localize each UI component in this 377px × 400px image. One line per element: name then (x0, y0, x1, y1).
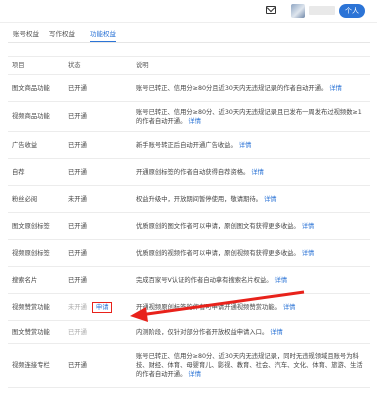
status-not-enabled: 未开通 (68, 303, 87, 311)
table-row: 图文商品功能 已开通 账号已转正、信用分≥80分且近30天内无违规记录的作者自动… (8, 74, 370, 102)
row-status: 已开通 (64, 239, 132, 267)
details-link[interactable]: 详情 (302, 223, 315, 230)
row-status: 已开通 (64, 158, 132, 186)
details-link[interactable]: 详情 (239, 142, 252, 149)
table-row: 图文原创标签 已开通 优质原创的图文作者可以申请，原创图文有获得更多收益。 详情 (8, 212, 370, 240)
table-row: 视频商品功能 已开通 账号已转正、信用分≥80分、近30天内无违规记录且已发布一… (8, 101, 370, 132)
row-name: 广告收益 (8, 131, 64, 159)
column-header-description: 说明 (132, 56, 370, 75)
table-row: 自荐 已开通 开通原创标签的作者自动获得自荐资格。 详情 (8, 158, 370, 186)
tab-feature-rights[interactable]: 功能权益 (90, 29, 116, 43)
details-link[interactable]: 详情 (302, 250, 315, 257)
row-description: 优质原创的图文作者可以申请，原创图文有获得更多收益。 详情 (132, 212, 370, 240)
table-row: 粉丝必阅 未开通 权益升级中，开放期间暂停使用，敬请期待。 详情 (8, 185, 370, 213)
table-row: 广告收益 已开通 新手账号转正后自动开通广告收益。 详情 (8, 131, 370, 159)
avatar[interactable] (291, 4, 305, 18)
row-status: 未开通 申请 (64, 293, 132, 321)
account-type-badge[interactable]: 个人 (339, 4, 365, 18)
row-status: 已开通 (64, 266, 132, 294)
row-description: 优质原创的视频作者可以申请，原创视频有获得更多收益。 详情 (132, 239, 370, 267)
row-description: 权益升级中，开放期间暂停使用，敬请期待。 详情 (132, 185, 370, 213)
red-arrow-annotation (130, 290, 305, 322)
row-name: 图文商品功能 (8, 74, 64, 102)
table-header-row: 项目 状态 说明 (8, 56, 370, 75)
tab-bar: 账号权益 写作权益 功能权益 (0, 27, 377, 43)
row-description: 账号已转正、信用分≥80分、近30天内无违规记录，同时无违规领域且账号为科技、财… (132, 343, 370, 388)
details-link[interactable]: 详情 (251, 169, 264, 176)
row-status: 已开通 (64, 74, 132, 102)
top-bar: 个人 (0, 0, 377, 22)
details-link[interactable]: 详情 (188, 371, 201, 378)
row-name: 视频连接专栏 (8, 343, 64, 388)
row-name: 粉丝必阅 (8, 185, 64, 213)
row-status: 已开通 (64, 320, 132, 344)
row-name: 图文原创标签 (8, 212, 64, 240)
tab-writing-rights[interactable]: 写作权益 (49, 29, 75, 39)
details-link[interactable]: 详情 (188, 118, 201, 125)
row-description: 开通原创标签的作者自动获得自荐资格。 详情 (132, 158, 370, 186)
tab-divider (8, 42, 370, 43)
row-name: 视频赞赏功能 (8, 293, 64, 321)
details-link[interactable]: 详情 (264, 196, 277, 203)
row-name: 视频商品功能 (8, 101, 64, 132)
row-name: 视频原创标签 (8, 239, 64, 267)
tab-account-rights[interactable]: 账号权益 (13, 29, 39, 39)
rights-table: 项目 状态 说明 图文商品功能 已开通 账号已转正、信用分≥80分且近30天内无… (8, 56, 370, 388)
row-description: 账号已转正、信用分≥80分且近30天内无违规记录的作者自动开通。 详情 (132, 74, 370, 102)
mail-icon[interactable] (266, 6, 276, 14)
table-row: 视频原创标签 已开通 优质原创的视频作者可以申请，原创视频有获得更多收益。 详情 (8, 239, 370, 267)
row-status: 未开通 (64, 185, 132, 213)
column-header-status: 状态 (64, 56, 132, 75)
row-status: 已开通 (64, 131, 132, 159)
row-name: 自荐 (8, 158, 64, 186)
row-name: 搜索名片 (8, 266, 64, 294)
details-link[interactable]: 详情 (329, 85, 342, 92)
details-link[interactable]: 详情 (275, 277, 288, 284)
row-description: 新手账号转正后自动开通广告收益。 详情 (132, 131, 370, 159)
details-link[interactable]: 详情 (270, 329, 283, 336)
row-status: 已开通 (64, 343, 132, 388)
column-header-item: 项目 (8, 56, 64, 75)
header-divider (0, 22, 377, 23)
username-redacted (309, 6, 335, 15)
row-status: 已开通 (64, 212, 132, 240)
row-description: 账号已转正、信用分≥80分、近30天内无违规记录且已发布一周发布过视频数≥1的作… (132, 101, 370, 132)
row-name: 图文赞赏功能 (8, 320, 64, 344)
row-status: 已开通 (64, 101, 132, 132)
table-row: 视频连接专栏 已开通 账号已转正、信用分≥80分、近30天内无违规记录，同时无违… (8, 343, 370, 388)
apply-button[interactable]: 申请 (91, 301, 113, 313)
